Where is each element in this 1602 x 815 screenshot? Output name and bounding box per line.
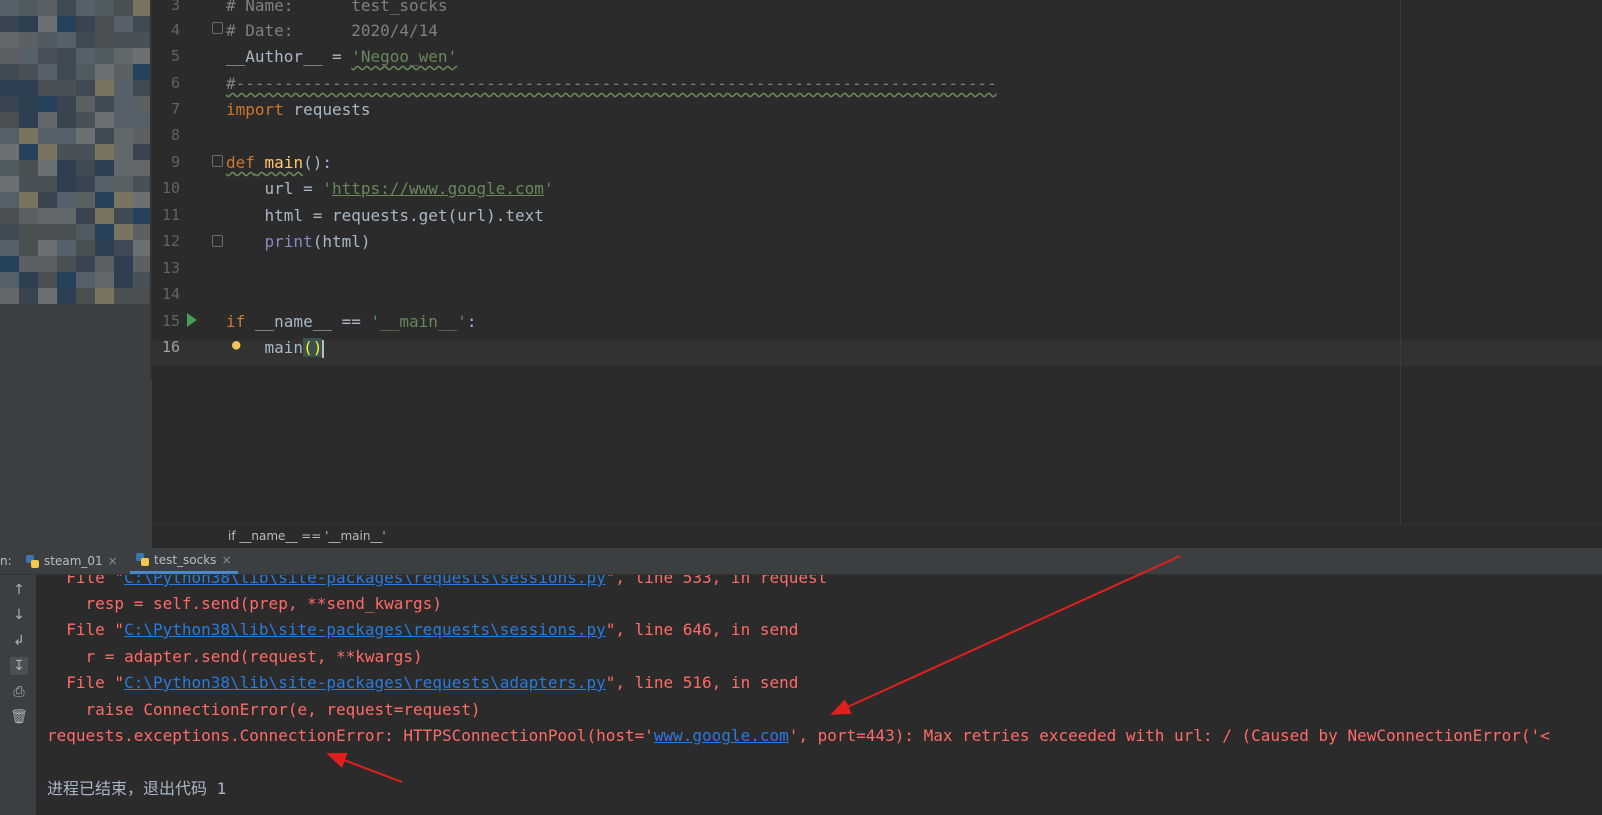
console-line: r = adapter.send(request, **kwargs) <box>47 647 423 666</box>
tab-label: steam_01 <box>44 554 103 568</box>
error-message-line: requests.exceptions.ConnectionError: HTT… <box>47 723 1550 749</box>
console-text: File " <box>47 620 125 639</box>
run-label: n: <box>0 554 12 568</box>
console-text: ', port=443): Max retries exceeded with … <box>788 726 1550 745</box>
python-icon <box>136 553 149 566</box>
tab-label: test_socks <box>154 552 217 567</box>
code-text: __name__ == <box>245 312 371 331</box>
console-text: ", line 516, in send <box>605 673 799 692</box>
console-text: ", line 533, in request <box>605 575 828 587</box>
fold-marker-icon[interactable] <box>212 235 223 247</box>
line-number-gutter: 3 4 5 6 7 8 9 10 11 12 13 14 15 16 <box>152 0 212 537</box>
code-line: print(html) <box>226 228 371 255</box>
code-line: __Author__ = 'Negoo_wen' <box>226 43 457 70</box>
keyword: if <box>226 312 246 331</box>
tab-steam-01[interactable]: steam_01 × <box>20 548 124 574</box>
host-link[interactable]: www.google.com <box>654 726 789 745</box>
fold-marker-icon[interactable] <box>212 22 223 34</box>
current-line-highlight <box>152 340 1602 366</box>
console-line: File "C:\Python38\lib\site-packages\requ… <box>47 617 798 643</box>
line-number: 4 <box>170 21 180 39</box>
scroll-to-end-icon[interactable]: ↧ <box>10 657 28 675</box>
close-icon[interactable]: × <box>221 553 231 567</box>
line-number: 16 <box>161 338 180 356</box>
text-caret <box>322 339 325 358</box>
code-line: def main(): <box>226 149 332 176</box>
code-line: html = requests.get(url).text <box>226 206 544 225</box>
file-link[interactable]: C:\Python38\lib\site-packages\requests\s… <box>124 575 606 587</box>
code-line: main() <box>226 334 325 361</box>
code-line: import requests <box>226 96 371 123</box>
operator: = <box>322 47 352 66</box>
fold-marker-icon[interactable] <box>212 155 223 167</box>
console-text: File " <box>47 673 125 692</box>
run-icon[interactable] <box>187 313 197 327</box>
line-number: 10 <box>161 179 180 197</box>
line-number: 6 <box>170 74 180 92</box>
file-link[interactable]: C:\Python38\lib\site-packages\requests\s… <box>124 620 606 639</box>
author-variable: __Author__ <box>226 47 323 66</box>
author-string: 'Negoo_wen' <box>351 47 458 66</box>
code-text: : <box>466 312 477 331</box>
exit-code-line: 进程已结束，退出代码 1 <box>47 779 227 798</box>
console-text: File " <box>47 575 125 587</box>
console-line: File "C:\Python38\lib\site-packages\requ… <box>47 670 798 696</box>
line-number: 7 <box>170 100 180 118</box>
console-line: File "C:\Python38\lib\site-packages\requ… <box>47 575 827 591</box>
line-number: 12 <box>161 232 180 250</box>
project-panel-blurred <box>0 0 152 560</box>
file-link[interactable]: C:\Python38\lib\site-packages\requests\a… <box>124 673 606 692</box>
function-name: main <box>264 153 304 172</box>
keyword: import <box>226 100 284 119</box>
code-text: requests <box>283 100 371 119</box>
line-number: 11 <box>161 206 180 224</box>
arrow-up-icon[interactable]: ↑ <box>10 581 28 599</box>
breadcrumb[interactable]: if __name__ == '__main__' <box>152 524 1602 549</box>
line-number: 15 <box>161 312 180 330</box>
python-icon <box>26 554 39 568</box>
code-line: #---------------------------------------… <box>226 70 997 97</box>
line-number: 5 <box>170 47 180 65</box>
string-quote: ' <box>322 179 332 198</box>
run-tool-window-tabs: n: steam_01 × test_socks × <box>0 548 1602 575</box>
console-output[interactable]: File "C:\Python38\lib\site-packages\requ… <box>36 575 1602 815</box>
url-string[interactable]: https://www.google.com <box>332 179 544 198</box>
string-literal: '__main__' <box>370 312 467 331</box>
tab-test-socks[interactable]: test_socks × <box>130 548 238 574</box>
trash-icon[interactable]: 🗑 <box>10 708 28 726</box>
matched-parentheses: () <box>303 338 323 357</box>
console-text: requests.exceptions.ConnectionError: HTT… <box>47 726 654 745</box>
code-text: (): <box>303 153 332 172</box>
code-line: url = 'https://www.google.com' <box>226 175 554 202</box>
console-toolbar: ↑ ↓ ↲ ↧ ⎙ 🗑 <box>0 575 36 815</box>
console-text: ", line 646, in send <box>605 620 799 639</box>
console-line: raise ConnectionError(e, request=request… <box>47 700 481 719</box>
arrow-down-icon[interactable]: ↓ <box>10 606 28 624</box>
code-text: url = <box>226 179 323 198</box>
code-text: main <box>226 338 304 357</box>
line-number: 8 <box>170 126 180 144</box>
soft-wrap-icon[interactable]: ↲ <box>10 632 28 650</box>
close-icon[interactable]: × <box>108 554 118 568</box>
line-number: 14 <box>161 285 180 303</box>
builtin-function: print <box>264 232 313 251</box>
breadcrumb-item[interactable]: if __name__ == '__main__' <box>228 529 386 543</box>
line-number: 9 <box>170 153 180 171</box>
print-icon[interactable]: ⎙ <box>10 683 28 701</box>
right-margin-guide <box>1400 0 1401 537</box>
code-line: # Date: 2020/4/14 <box>226 21 438 40</box>
code-editor[interactable]: 3 4 5 6 7 8 9 10 11 12 13 14 15 16 ● # Name: test_soc… <box>152 0 1602 537</box>
console-line: resp = self.send(prep, **send_kwargs) <box>47 594 442 613</box>
keyword: def <box>226 153 255 172</box>
code-line: if __name__ == '__main__': <box>226 308 476 335</box>
line-number: 13 <box>161 259 180 277</box>
separator-comment: #---------------------------------------… <box>226 74 997 93</box>
code-text: (html) <box>312 232 371 251</box>
string-quote: ' <box>543 179 554 198</box>
